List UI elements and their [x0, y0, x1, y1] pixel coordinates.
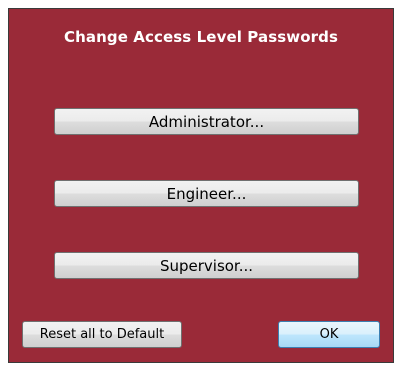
- ok-button[interactable]: OK: [278, 321, 380, 348]
- engineer-button[interactable]: Engineer...: [54, 180, 359, 207]
- reset-all-to-default-button[interactable]: Reset all to Default: [22, 321, 182, 348]
- access-level-dialog: Change Access Level Passwords Administra…: [8, 8, 394, 363]
- dialog-title: Change Access Level Passwords: [63, 28, 338, 46]
- supervisor-button[interactable]: Supervisor...: [54, 252, 359, 279]
- administrator-button[interactable]: Administrator...: [54, 108, 359, 135]
